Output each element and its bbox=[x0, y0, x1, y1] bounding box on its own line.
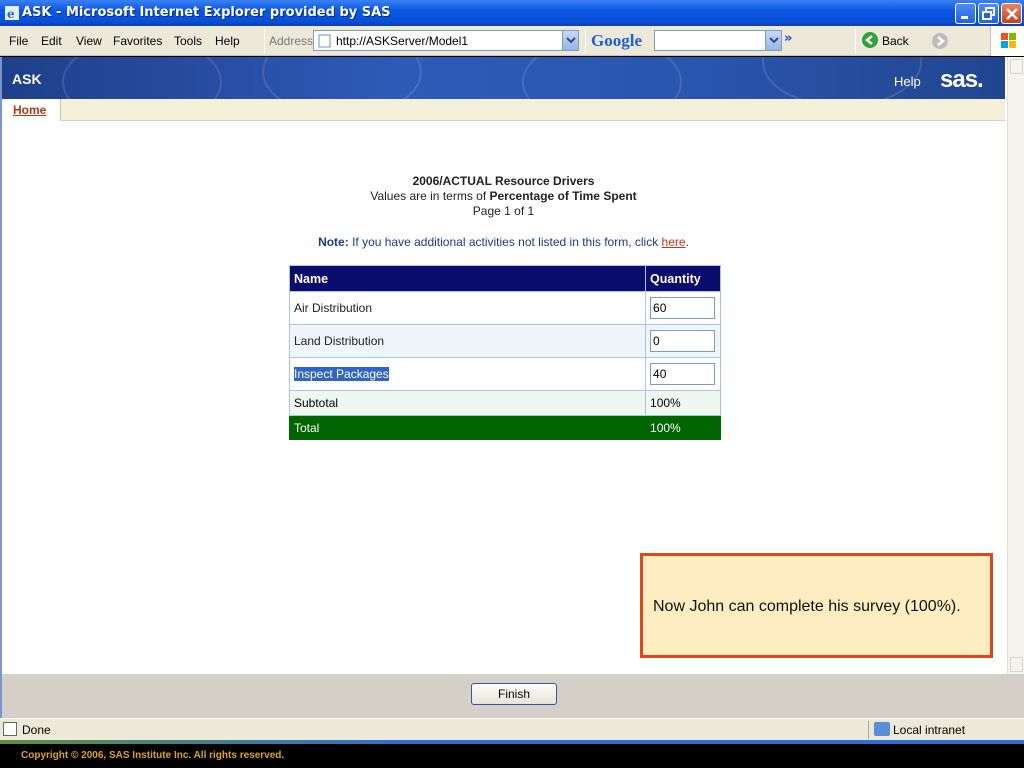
app-header: ASK Help sas. bbox=[2, 57, 1005, 99]
total-label: Total bbox=[288, 415, 647, 440]
action-bar: Finish bbox=[2, 674, 1024, 718]
page-icon bbox=[318, 34, 331, 48]
zone-label: Local intranet bbox=[893, 723, 966, 737]
subtotal-row: Subtotal 100% bbox=[288, 390, 721, 416]
row-name: Land Distribution bbox=[288, 324, 647, 358]
address-value: http://ASKServer/Model1 bbox=[336, 34, 469, 48]
app-name: ASK bbox=[12, 71, 42, 87]
report-title: 2006/ACTUAL Resource Drivers bbox=[412, 174, 595, 188]
restore-button[interactable] bbox=[978, 3, 999, 24]
status-bar: Done Local intranet bbox=[0, 718, 1024, 740]
address-label: Address bbox=[269, 34, 314, 48]
report-units: Values are in terms of Percentage of Tim… bbox=[370, 189, 637, 203]
finish-button[interactable]: Finish bbox=[471, 683, 557, 705]
back-arrow-icon bbox=[862, 32, 878, 48]
toolbar-separator bbox=[264, 29, 265, 53]
row-name-selected: Inspect Packages bbox=[294, 367, 389, 381]
menu-view[interactable]: View bbox=[76, 34, 102, 48]
more-toolbar-chevron[interactable]: » bbox=[784, 31, 792, 46]
tutorial-callout: Now John can complete his survey (100%). bbox=[640, 553, 993, 658]
back-label: Back bbox=[882, 34, 909, 48]
internet-explorer-icon: e bbox=[5, 6, 19, 21]
quantity-input[interactable] bbox=[650, 297, 716, 319]
toolbar-separator bbox=[855, 29, 856, 53]
close-icon bbox=[1006, 8, 1018, 20]
menu-file[interactable]: File bbox=[9, 34, 28, 48]
close-window-button[interactable] bbox=[1001, 3, 1022, 24]
note-text: Note: If you have additional activities … bbox=[318, 235, 689, 249]
restore-icon bbox=[982, 7, 995, 20]
row-name: Air Distribution bbox=[288, 291, 647, 325]
column-header-name: Name bbox=[288, 265, 647, 292]
browser-toolbar: File Edit View Favorites Tools Help Addr… bbox=[0, 26, 1024, 56]
forward-arrow-icon bbox=[937, 36, 946, 46]
menu-edit[interactable]: Edit bbox=[41, 34, 62, 48]
vertical-scrollbar[interactable] bbox=[1007, 57, 1024, 674]
tab-home[interactable]: Home bbox=[2, 99, 61, 121]
windows-logo-icon bbox=[990, 26, 1024, 56]
address-bar[interactable]: http://ASKServer/Model1 bbox=[313, 30, 579, 51]
page-done-icon bbox=[3, 722, 17, 736]
sas-logo: sas. bbox=[940, 66, 984, 93]
tab-bar: Home bbox=[2, 99, 1005, 121]
google-dropdown-button[interactable] bbox=[765, 31, 781, 50]
window-title: ASK - Microsoft Internet Explorer provid… bbox=[22, 5, 391, 20]
minimize-icon bbox=[961, 16, 968, 19]
resource-drivers-table: Name Quantity Air Distribution Land Dist… bbox=[288, 265, 721, 440]
toolbar-separator bbox=[585, 29, 586, 53]
minimize-button[interactable] bbox=[955, 3, 976, 24]
google-search-input[interactable] bbox=[654, 30, 782, 51]
address-dropdown-button[interactable] bbox=[562, 31, 578, 50]
page-indicator: Page 1 of 1 bbox=[472, 204, 535, 218]
chevron-down-icon bbox=[566, 37, 576, 44]
status-text: Done bbox=[22, 723, 51, 737]
svg-text:e: e bbox=[7, 7, 15, 21]
intranet-zone-icon bbox=[874, 722, 890, 736]
google-logo[interactable]: Google bbox=[591, 31, 642, 51]
table-row: Inspect Packages bbox=[288, 357, 721, 391]
tab-home-label: Home bbox=[13, 103, 47, 117]
here-link[interactable]: here bbox=[662, 235, 686, 249]
taskbar-strip bbox=[0, 740, 1024, 744]
forward-button[interactable] bbox=[932, 33, 948, 49]
help-link[interactable]: Help bbox=[894, 74, 921, 89]
subtotal-label: Subtotal bbox=[288, 390, 647, 416]
scroll-down-icon[interactable] bbox=[1010, 657, 1023, 672]
scroll-up-icon[interactable] bbox=[1010, 59, 1023, 74]
menu-favorites[interactable]: Favorites bbox=[113, 34, 162, 48]
total-value: 100% bbox=[645, 415, 721, 440]
browser-viewport: ASK Help sas. Home 2006/ACTUAL Resource … bbox=[0, 57, 1024, 718]
quantity-input[interactable] bbox=[650, 363, 716, 385]
column-header-quantity: Quantity bbox=[645, 265, 721, 292]
copyright-text: Copyright © 2006, SAS Institute Inc. All… bbox=[21, 750, 285, 761]
window-titlebar: e ASK - Microsoft Internet Explorer prov… bbox=[0, 0, 1024, 26]
callout-text: Now John can complete his survey (100%). bbox=[653, 598, 961, 615]
total-row: Total 100% bbox=[288, 415, 721, 440]
subtotal-value: 100% bbox=[645, 390, 721, 416]
menu-help[interactable]: Help bbox=[215, 34, 240, 48]
table-header: Name Quantity bbox=[288, 265, 721, 292]
table-row: Land Distribution bbox=[288, 324, 721, 358]
menu-tools[interactable]: Tools bbox=[174, 34, 202, 48]
table-row: Air Distribution bbox=[288, 291, 721, 325]
quantity-input[interactable] bbox=[650, 330, 716, 352]
chevron-down-icon bbox=[769, 37, 779, 44]
